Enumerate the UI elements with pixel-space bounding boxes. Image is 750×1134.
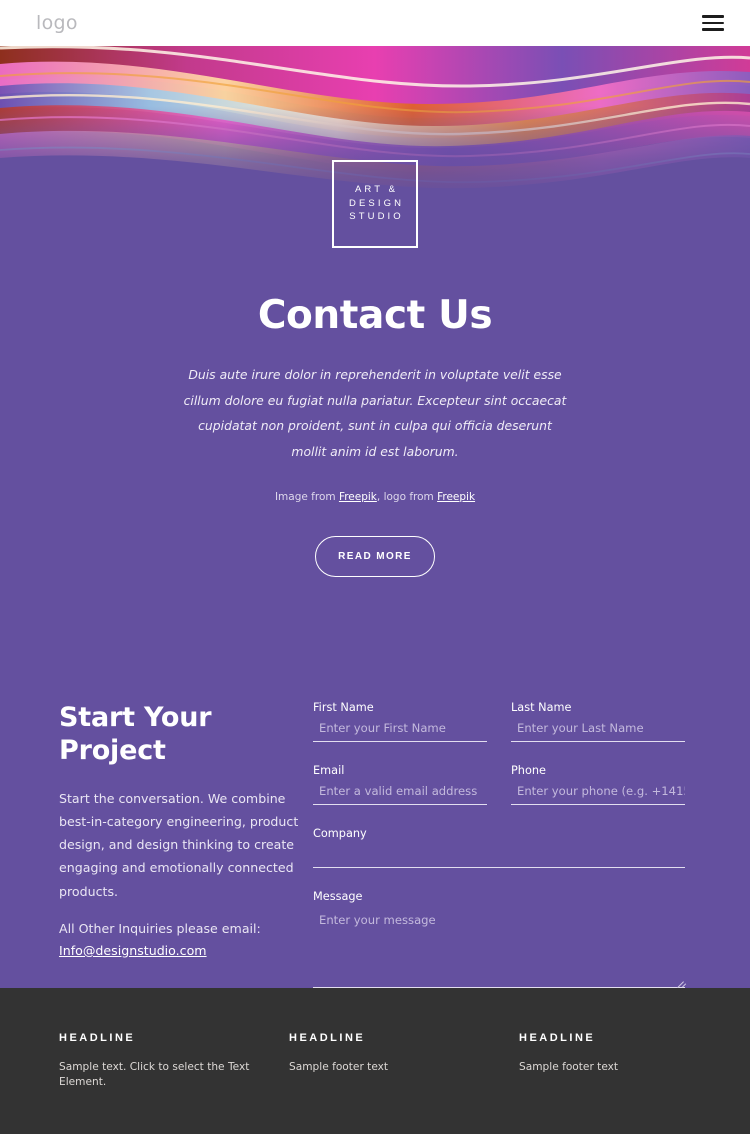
brand-line-2: DESIGN [349, 197, 405, 209]
read-more-wrap: READ MORE [0, 536, 750, 578]
contact-heading: Start Your Project [59, 702, 212, 767]
hamburger-bar [702, 15, 724, 18]
label-message: Message [313, 890, 363, 904]
site-logo[interactable]: logo [36, 13, 78, 33]
field-company: Company [313, 827, 685, 869]
contact-intro: Start Your Project Start the conversatio… [59, 701, 311, 961]
field-phone: Phone [511, 764, 685, 806]
brand-line-1: ART & [354, 183, 399, 195]
footer-text: Sample footer text [289, 1061, 389, 1073]
freepik-link-logo[interactable]: Freepik [437, 491, 475, 503]
hero-section: ART & DESIGN STUDIO Contact Us Duis aute… [0, 46, 750, 638]
last-name-input[interactable] [511, 721, 685, 743]
site-footer: HEADLINE Sample text. Click to select th… [0, 988, 750, 1134]
label-phone: Phone [511, 764, 546, 778]
contact-body-text: Start the conversation. We combine best-… [59, 790, 299, 899]
image-credits: Image from Freepik, logo from Freepik [0, 491, 750, 503]
credits-middle: , logo from [376, 491, 438, 504]
contact-email-link[interactable]: Info@designstudio.com [59, 942, 207, 961]
footer-heading: HEADLINE [59, 1032, 136, 1044]
label-company: Company [313, 827, 367, 841]
footer-column-1: HEADLINE Sample text. Click to select th… [59, 1032, 289, 1134]
read-more-button[interactable]: READ MORE [315, 536, 435, 578]
site-header: logo [0, 0, 750, 46]
field-last-name: Last Name [511, 701, 685, 743]
message-textarea[interactable] [313, 910, 685, 989]
inquiries-label: All Other Inquiries please email: [59, 921, 261, 937]
form-row-contact: Email Phone [313, 764, 685, 827]
label-last-name: Last Name [511, 701, 572, 715]
footer-heading: HEADLINE [289, 1032, 366, 1044]
brand-box: ART & DESIGN STUDIO [332, 160, 418, 248]
email-input[interactable] [313, 784, 487, 806]
footer-text: Sample text. Click to select the Text El… [59, 1061, 250, 1088]
contact-section: Start Your Project Start the conversatio… [0, 637, 750, 1049]
first-name-input[interactable] [313, 721, 487, 743]
hero-subtitle: Duis aute irure dolor in reprehenderit i… [183, 367, 567, 459]
contact-inquiries: All Other Inquiries please email: Info@d… [59, 920, 301, 961]
field-message: Message [313, 890, 687, 989]
brand-emblem: ART & DESIGN STUDIO [0, 160, 750, 248]
credits-prefix: Image from [274, 491, 339, 504]
field-first-name: First Name [313, 701, 487, 743]
brand-line-3: STUDIO [349, 211, 404, 223]
label-email: Email [313, 764, 345, 778]
label-first-name: First Name [313, 701, 374, 715]
freepik-link-image[interactable]: Freepik [339, 491, 377, 503]
form-row-names: First Name Last Name [313, 701, 685, 764]
hamburger-menu-icon[interactable] [702, 13, 728, 33]
page-root: logo ART & DESIGN STUDIO Contact Us Duis… [0, 0, 750, 1134]
field-email: Email [313, 764, 487, 806]
company-input[interactable] [313, 847, 685, 869]
footer-column-3: HEADLINE Sample footer text [519, 1032, 749, 1134]
phone-input[interactable] [511, 784, 685, 806]
footer-text: Sample footer text [519, 1061, 619, 1073]
footer-heading: HEADLINE [519, 1032, 596, 1044]
hamburger-bar [702, 28, 724, 31]
hamburger-bar [702, 21, 724, 25]
footer-column-2: HEADLINE Sample footer text [289, 1032, 519, 1134]
page-title: Contact Us [257, 293, 493, 338]
